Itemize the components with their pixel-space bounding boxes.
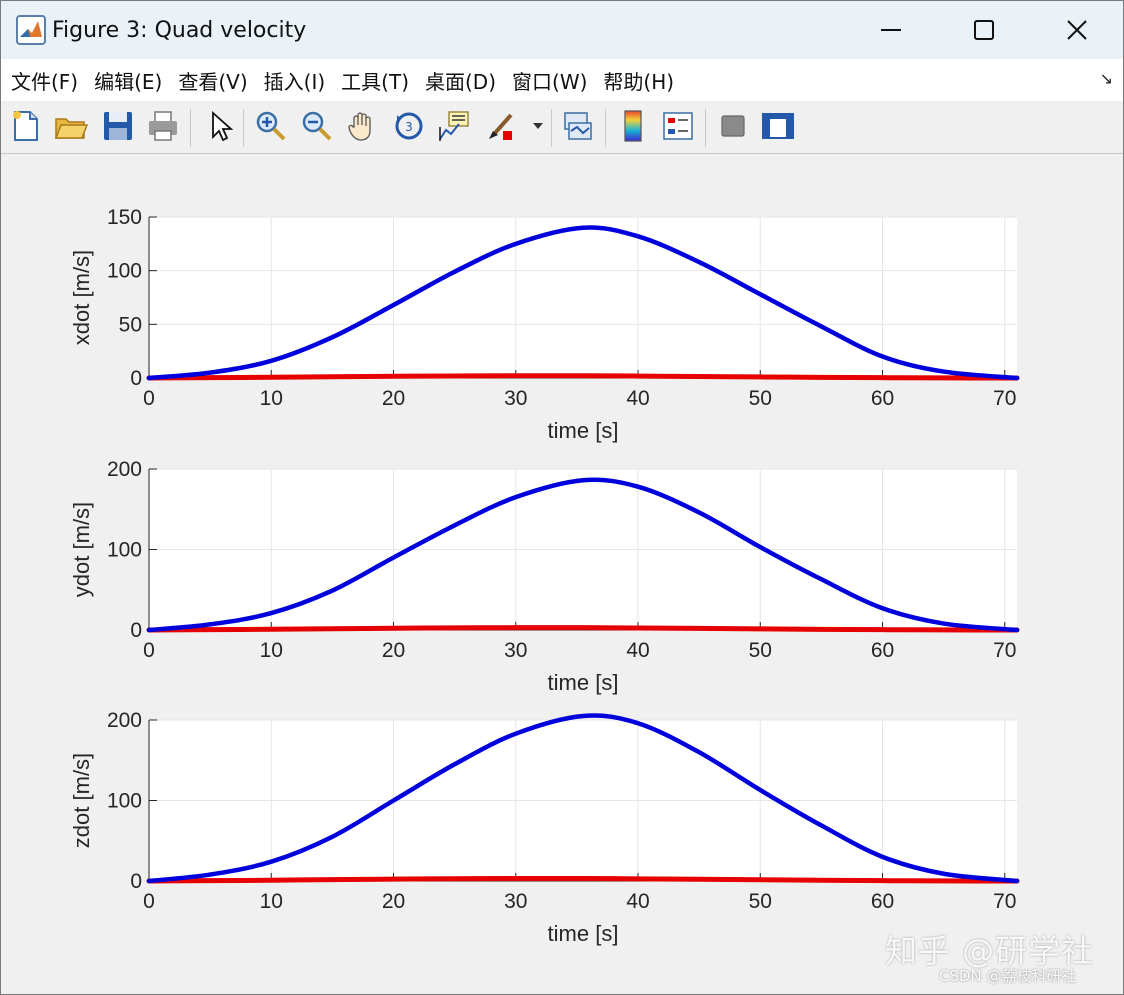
y-tick-label: 150 <box>107 206 142 229</box>
toolbar-separator <box>190 109 191 147</box>
x-tick-label: 60 <box>871 639 894 662</box>
x-tick-label: 60 <box>871 387 894 410</box>
menu-file[interactable]: 文件(F) <box>11 66 78 95</box>
y-tick-label: 50 <box>119 313 142 336</box>
y-tick-label: 100 <box>107 790 142 813</box>
brush-dropdown-icon[interactable] <box>529 109 547 143</box>
y-tick-label: 0 <box>130 870 142 893</box>
watermark-csdn: CSDN @荔枝科研社 <box>939 967 1077 985</box>
zoom-out-icon[interactable] <box>300 109 334 143</box>
legend-icon[interactable] <box>661 109 695 143</box>
title-bar[interactable]: Figure 3: Quad velocity <box>1 1 1123 59</box>
toolbar-separator <box>605 109 606 147</box>
x-tick-label: 10 <box>260 639 283 662</box>
maximize-icon <box>973 20 994 40</box>
toolbar: 3 <box>1 101 1123 154</box>
x-tick-label: 50 <box>749 639 772 662</box>
menu-desktop[interactable]: 桌面(D) <box>425 66 496 95</box>
series-line-red <box>146 625 1020 633</box>
y-axis-label: zdot [m/s] <box>69 753 94 848</box>
x-tick-label: 70 <box>993 639 1016 662</box>
figure-window: Figure 3: Quad velocity 文件(F) 编辑(E) 查看(V… <box>0 0 1124 995</box>
pan-hand-icon[interactable] <box>346 109 380 143</box>
window-title: Figure 3: Quad velocity <box>52 17 307 43</box>
menu-edit[interactable]: 编辑(E) <box>94 66 162 95</box>
x-tick-label: 40 <box>626 387 649 410</box>
x-tick-label: 20 <box>382 387 405 410</box>
y-tick-label: 100 <box>107 539 142 562</box>
minimize-button[interactable] <box>844 1 937 59</box>
toolbar-separator <box>551 109 552 147</box>
y-tick-label: 200 <box>107 458 142 481</box>
maximize-button[interactable] <box>937 1 1030 59</box>
x-tick-label: 70 <box>993 890 1016 913</box>
pointer-icon[interactable] <box>203 109 237 143</box>
y-tick-label: 200 <box>107 709 142 732</box>
subplot-3[interactable]: 0 10 20 30 40 50 60 70 0 100 200 time [s] zdot [m/s] <box>69 709 1020 946</box>
menu-view[interactable]: 查看(V) <box>178 66 247 95</box>
print-icon[interactable] <box>146 109 180 143</box>
x-axis-label: time [s] <box>548 921 619 946</box>
dock-arrow-icon[interactable]: ↘ <box>1100 69 1113 88</box>
show-plot-tools-icon[interactable] <box>761 109 795 143</box>
toolbar-separator <box>705 109 706 147</box>
y-axis-label: xdot [m/s] <box>69 250 94 345</box>
window-controls <box>844 1 1123 59</box>
y-axis-label: ydot [m/s] <box>69 502 94 597</box>
x-tick-label: 40 <box>626 890 649 913</box>
save-icon[interactable] <box>101 109 135 143</box>
x-tick-label: 0 <box>143 890 155 913</box>
link-plot-icon[interactable] <box>561 109 595 143</box>
y-tick-label: 100 <box>107 260 142 283</box>
y-tick-label: 0 <box>130 367 142 390</box>
x-tick-label: 40 <box>626 639 649 662</box>
x-axis-label: time [s] <box>548 670 619 695</box>
x-tick-label: 60 <box>871 890 894 913</box>
x-tick-label: 0 <box>143 387 155 410</box>
menu-bar: 文件(F) 编辑(E) 查看(V) 插入(I) 工具(T) 桌面(D) 窗口(W… <box>1 59 1123 102</box>
x-tick-label: 10 <box>260 890 283 913</box>
new-figure-icon[interactable] <box>9 109 43 143</box>
x-tick-label: 30 <box>504 890 527 913</box>
hide-plot-tools-icon[interactable] <box>716 109 750 143</box>
x-axis-label: time [s] <box>548 418 619 443</box>
x-tick-label: 50 <box>749 890 772 913</box>
subplot-2[interactable]: 0 10 20 30 40 50 60 70 0 100 200 time [s] ydot [m/s] <box>69 458 1020 695</box>
menu-insert[interactable]: 插入(I) <box>264 66 326 95</box>
svg-text:3: 3 <box>405 120 413 134</box>
menu-tools[interactable]: 工具(T) <box>341 66 409 95</box>
x-tick-label: 0 <box>143 639 155 662</box>
x-tick-label: 20 <box>382 890 405 913</box>
series-line-red <box>146 875 1020 884</box>
plot-area[interactable]: 0 10 20 30 40 50 60 70050100150time [s]xdot [m/… <box>1 153 1123 994</box>
open-file-icon[interactable] <box>54 109 88 143</box>
brush-icon[interactable] <box>485 109 519 143</box>
series-line-red <box>146 373 1020 381</box>
axes-background <box>149 217 1017 378</box>
subplot-1[interactable]: 0 10 20 30 40 50 60 70 0 50 100 150 time [s] xdot [m/… <box>69 206 1020 443</box>
x-tick-label: 20 <box>382 639 405 662</box>
x-tick-label: 50 <box>749 387 772 410</box>
x-tick-label: 70 <box>993 387 1016 410</box>
data-cursor-icon[interactable] <box>437 109 471 143</box>
close-button[interactable] <box>1030 1 1123 59</box>
rotate-3d-icon[interactable]: 3 <box>392 109 426 143</box>
zoom-in-icon[interactable] <box>254 109 288 143</box>
menu-window[interactable]: 窗口(W) <box>512 66 587 95</box>
toolbar-separator <box>243 109 244 147</box>
y-tick-label: 0 <box>130 619 142 642</box>
x-tick-label: 10 <box>260 387 283 410</box>
colorbar-icon[interactable] <box>616 109 650 143</box>
x-tick-label: 30 <box>504 639 527 662</box>
x-tick-label: 30 <box>504 387 527 410</box>
matlab-logo-icon <box>16 15 46 45</box>
menu-help[interactable]: 帮助(H) <box>603 66 674 95</box>
close-icon <box>1066 20 1087 40</box>
minimize-icon <box>880 29 901 31</box>
